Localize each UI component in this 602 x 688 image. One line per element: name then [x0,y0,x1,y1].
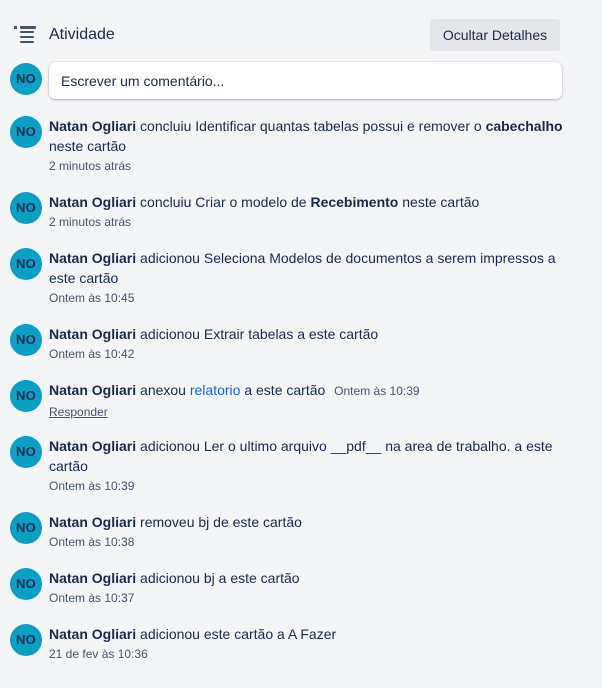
activity-title: Atividade [49,26,115,43]
avatar[interactable]: NO [10,324,42,356]
activity-item: Natan Ogliari removeu bj de este cartão … [49,512,569,550]
activity-suffix: neste cartão [402,194,480,210]
hide-details-button[interactable]: Ocultar Detalhes [430,19,560,51]
avatar[interactable]: NO [10,192,42,224]
comment-input[interactable] [49,62,562,99]
activity-text: anexou [140,382,186,398]
activity-user[interactable]: Natan Ogliari [49,438,136,454]
reply-link[interactable]: Responder [49,404,108,420]
avatar[interactable]: NO [10,512,42,544]
activity-header: Atividade Ocultar Detalhes [0,0,602,64]
activity-item: Natan Ogliari adicionou bj a este cartão… [49,568,569,606]
avatar[interactable]: NO [10,380,42,412]
activity-text: adicionou este cartão a A Fazer [140,626,337,642]
activity-item: Natan Ogliari adicionou Seleciona Modelo… [49,248,569,306]
activity-timestamp[interactable]: Ontem às 10:42 [49,346,569,362]
activity-user[interactable]: Natan Ogliari [49,194,136,210]
activity-list-icon [14,26,36,43]
activity-item: Natan Ogliari adicionou este cartão a A … [49,624,569,662]
activity-user[interactable]: Natan Ogliari [49,626,136,642]
activity-timestamp[interactable]: 2 minutos atrás [49,158,569,174]
activity-user[interactable]: Natan Ogliari [49,570,136,586]
activity-text: concluiu Identificar quantas tabelas pos… [140,118,482,134]
avatar[interactable]: NO [10,624,42,656]
avatar[interactable]: NO [10,116,42,148]
activity-item: Natan Ogliari concluiu Criar o modelo de… [49,192,569,230]
attachment-link[interactable]: relatorio [190,382,241,398]
activity-user[interactable]: Natan Ogliari [49,382,136,398]
activity-user[interactable]: Natan Ogliari [49,250,136,266]
activity-item: Natan Ogliari adicionou Extrair tabelas … [49,324,569,362]
activity-text: adicionou Extrair tabelas a este cartão [140,326,379,342]
activity-timestamp[interactable]: Ontem às 10:45 [49,290,569,306]
activity-text: removeu bj de este cartão [140,514,302,530]
activity-timestamp[interactable]: Ontem às 10:38 [49,534,569,550]
activity-suffix: a este cartão [244,382,326,398]
activity-text: concluiu Criar o modelo de [140,194,307,210]
activity-timestamp[interactable]: 2 minutos atrás [49,214,569,230]
avatar[interactable]: NO [10,436,42,468]
activity-item: Natan Ogliari concluiu Identificar quant… [49,116,569,174]
activity-user[interactable]: Natan Ogliari [49,326,136,342]
activity-item-title: Recebimento [310,194,399,210]
activity-panel: Atividade Ocultar Detalhes NO NO Natan O… [0,0,602,688]
activity-user[interactable]: Natan Ogliari [49,118,136,134]
activity-timestamp[interactable]: Ontem às 10:39 [49,478,569,494]
avatar[interactable]: NO [10,248,42,280]
activity-timestamp[interactable]: 21 de fev às 10:36 [49,646,569,662]
avatar[interactable]: NO [10,63,42,95]
activity-item-title: cabechalho [485,118,563,134]
activity-timestamp[interactable]: Ontem às 10:39 [334,384,419,398]
activity-timestamp[interactable]: Ontem às 10:37 [49,590,569,606]
avatar[interactable]: NO [10,568,42,600]
activity-suffix: neste cartão [49,138,127,154]
activity-user[interactable]: Natan Ogliari [49,514,136,530]
activity-item: Natan Ogliari anexou relatorio a este ca… [49,380,569,421]
activity-text: adicionou bj a este cartão [140,570,300,586]
activity-item: Natan Ogliari adicionou Ler o ultimo arq… [49,436,569,494]
